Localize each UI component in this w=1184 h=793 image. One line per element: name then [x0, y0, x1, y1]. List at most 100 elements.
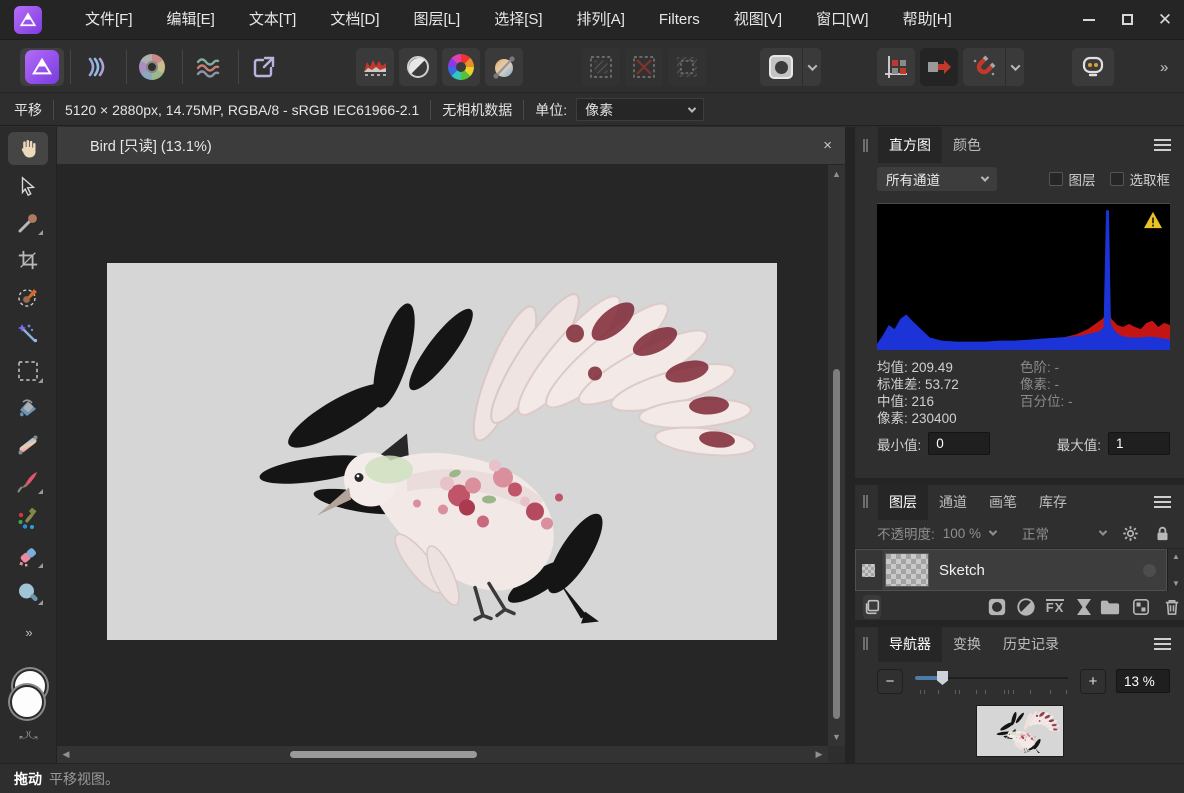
invert-selection-button[interactable] — [668, 48, 706, 86]
document-tab[interactable]: Bird [只读] (13.1%) × — [57, 127, 845, 165]
group-layers-button[interactable] — [1097, 595, 1123, 619]
horizontal-scroll-thumb[interactable] — [290, 751, 477, 758]
menu-help[interactable]: 帮助[H] — [886, 0, 969, 40]
mask-preview-dropdown[interactable] — [802, 48, 821, 86]
layer-effects-button[interactable] — [1071, 595, 1097, 619]
layer-checkbox[interactable] — [1049, 172, 1063, 186]
scroll-down-icon[interactable]: ▼ — [828, 730, 845, 744]
live-filter-button[interactable]: FX — [1042, 595, 1068, 619]
tab-histogram[interactable]: 直方图 — [878, 127, 942, 163]
select-all-button[interactable] — [582, 48, 620, 86]
menu-window[interactable]: 窗口[W] — [799, 0, 886, 40]
flood-select-tool[interactable] — [8, 317, 48, 350]
tools-overflow-button[interactable]: » — [25, 625, 30, 640]
zoom-slider[interactable] — [915, 668, 1068, 694]
navigator-thumbnail[interactable] — [977, 706, 1063, 756]
move-tool[interactable] — [8, 169, 48, 202]
blur-tool[interactable] — [8, 576, 48, 609]
menu-text[interactable]: 文本[T] — [232, 0, 314, 40]
develop-persona-button[interactable] — [133, 48, 171, 86]
histogram-warning-icon[interactable] — [1143, 211, 1163, 229]
export-persona-button[interactable] — [245, 48, 283, 86]
liquify-persona-button[interactable] — [77, 48, 115, 86]
document-tab-close-icon[interactable]: × — [823, 137, 832, 154]
panel-menu-icon[interactable] — [1154, 496, 1171, 508]
fill-colour-swatch[interactable] — [10, 685, 44, 719]
colour-replacement-brush-tool[interactable] — [8, 502, 48, 535]
pixel-alignment-grid-button[interactable] — [877, 48, 915, 86]
gradient-tool[interactable] — [8, 428, 48, 461]
scroll-left-icon[interactable]: ◀ — [59, 746, 73, 763]
snapping-magnet-button[interactable] — [963, 48, 1005, 86]
move-by-whole-pixels-button[interactable] — [920, 48, 958, 86]
close-button[interactable]: ✕ — [1146, 0, 1184, 40]
canvas[interactable] — [107, 263, 777, 640]
blend-mode-value[interactable]: 正常 — [1022, 523, 1049, 543]
auto-contrast-button[interactable] — [399, 48, 437, 86]
erase-tool[interactable] — [8, 539, 48, 572]
horizontal-scrollbar[interactable]: ◀ ▶ — [57, 746, 828, 763]
colour-picker-tool[interactable] — [8, 206, 48, 239]
selection-brush-tool[interactable] — [8, 280, 48, 313]
mask-layer-button[interactable] — [984, 595, 1010, 619]
tab-brushes[interactable]: 画笔 — [978, 484, 1028, 520]
auto-colour-button[interactable] — [442, 48, 480, 86]
layer-visibility-toggle[interactable] — [1143, 564, 1156, 577]
zoom-out-button[interactable]: − — [877, 669, 903, 694]
panel-menu-icon[interactable] — [1154, 638, 1171, 650]
panel-menu-icon[interactable] — [1154, 139, 1171, 151]
zoom-in-button[interactable]: + — [1080, 669, 1106, 694]
zoom-slider-handle[interactable] — [937, 671, 948, 685]
menu-arrange[interactable]: 排列[A] — [560, 0, 642, 40]
maximize-button[interactable] — [1108, 0, 1146, 40]
deselect-button[interactable] — [625, 48, 663, 86]
gear-icon[interactable] — [1122, 525, 1139, 542]
layer-list-scrollbar[interactable]: ▲ ▼ — [1167, 549, 1184, 591]
menu-file[interactable]: 文件[F] — [68, 0, 150, 40]
delete-layer-button[interactable] — [1159, 595, 1184, 619]
layer-name[interactable]: Sketch — [939, 562, 985, 579]
tab-layers[interactable]: 图层 — [878, 484, 928, 520]
tone-mapping-persona-button[interactable] — [189, 48, 227, 86]
scroll-up-icon[interactable]: ▲ — [1168, 552, 1184, 561]
auto-white-balance-button[interactable] — [485, 48, 523, 86]
panel-grip-icon[interactable] — [863, 637, 868, 650]
scroll-down-icon[interactable]: ▼ — [1168, 579, 1184, 588]
max-value-input[interactable] — [1108, 432, 1170, 455]
duplicate-layer-button[interactable] — [863, 595, 881, 619]
tab-history[interactable]: 历史记录 — [992, 626, 1070, 662]
view-tool[interactable] — [8, 132, 48, 165]
menu-document[interactable]: 文档[D] — [313, 0, 396, 40]
tab-stock[interactable]: 库存 — [1028, 484, 1078, 520]
histogram-chart[interactable] — [877, 203, 1170, 350]
min-value-input[interactable] — [928, 432, 990, 455]
paint-brush-tool[interactable] — [8, 465, 48, 498]
chevron-down-icon[interactable] — [1099, 527, 1107, 535]
menu-view[interactable]: 视图[V] — [717, 0, 799, 40]
panel-grip-icon[interactable] — [863, 495, 868, 508]
tab-colour[interactable]: 颜色 — [942, 127, 992, 163]
menu-select[interactable]: 选择[S] — [477, 0, 559, 40]
mask-preview-toggle[interactable] — [760, 48, 802, 86]
marquee-tool[interactable] — [8, 354, 48, 387]
scroll-right-icon[interactable]: ▶ — [812, 746, 826, 763]
menu-filters[interactable]: Filters — [642, 0, 717, 40]
menu-edit[interactable]: 编辑[E] — [150, 0, 232, 40]
tab-navigator[interactable]: 导航器 — [878, 626, 942, 662]
panel-grip-icon[interactable] — [863, 139, 868, 152]
snapping-dropdown[interactable] — [1005, 48, 1024, 86]
marquee-checkbox[interactable] — [1110, 172, 1124, 186]
crop-tool[interactable] — [8, 243, 48, 276]
tab-transform[interactable]: 变换 — [942, 626, 992, 662]
opacity-value[interactable]: 100 % — [943, 526, 981, 541]
new-pixel-layer-button[interactable] — [1128, 595, 1154, 619]
flood-fill-tool[interactable] — [8, 391, 48, 424]
swap-colours-icon[interactable]: ⤾⤿ — [0, 730, 57, 743]
scroll-up-icon[interactable]: ▲ — [828, 167, 845, 181]
assistant-button[interactable] — [1072, 48, 1114, 86]
auto-levels-button[interactable] — [356, 48, 394, 86]
menu-layer[interactable]: 图层[L] — [397, 0, 478, 40]
tab-channels[interactable]: 通道 — [928, 484, 978, 520]
zoom-value-input[interactable] — [1116, 669, 1170, 693]
vertical-scroll-thumb[interactable] — [833, 369, 840, 719]
